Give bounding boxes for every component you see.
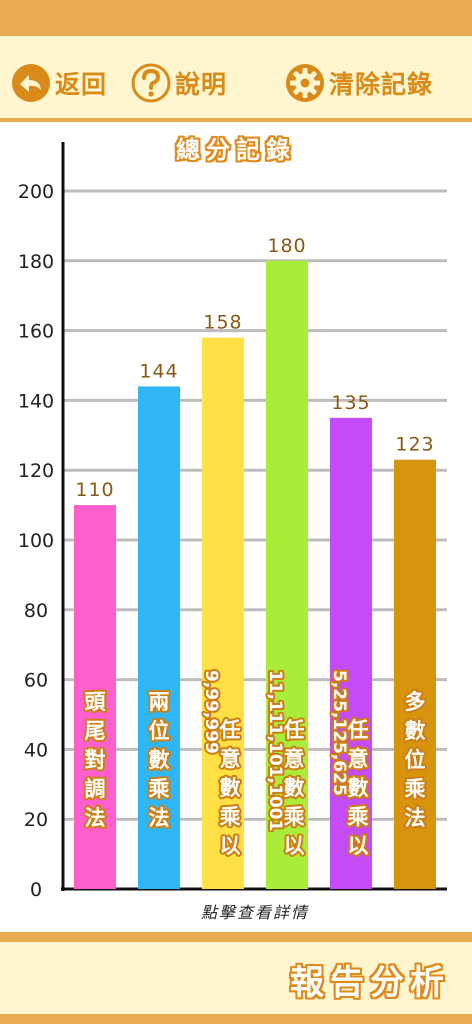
x-tick-sublabel: 11,111,101,1001 [265, 670, 285, 831]
x-axis-caption[interactable]: 點擊查看詳情 [201, 903, 309, 922]
x-tick-label: 頭尾對調法 [85, 690, 107, 830]
x-tick-sublabel: 5,25,125,625 [329, 670, 349, 796]
x-tick-sublabel: 9,99,999 [201, 670, 221, 754]
y-tick-label: 100 [18, 530, 54, 552]
y-tick-label: 40 [24, 739, 48, 761]
x-tick-label: 多數位乘法 [404, 690, 426, 830]
data-label: 110 [75, 479, 114, 501]
data-label: 135 [331, 392, 370, 414]
y-tick-label: 180 [18, 251, 54, 273]
y-tick-label: 160 [18, 321, 54, 343]
y-tick-label: 80 [24, 600, 48, 622]
y-tick-label: 20 [24, 809, 48, 831]
y-tick-label: 60 [24, 670, 48, 692]
y-tick-label: 0 [30, 879, 42, 901]
y-tick-label: 120 [18, 460, 54, 482]
y-tick-label: 200 [18, 181, 54, 203]
y-tick-label: 140 [18, 390, 54, 412]
data-label: 180 [267, 235, 306, 257]
footer-bottom-line [0, 1014, 472, 1024]
x-tick-label: 兩位數乘法 [148, 690, 170, 830]
report-analysis-title[interactable]: 報告分析 [290, 955, 450, 1004]
data-label: 123 [395, 434, 434, 456]
bar-chart: 0 20 40 60 80 100 120 140 160 180 200 110 頭尾對調法 144 兩位… [18, 142, 447, 922]
data-label: 158 [203, 312, 242, 334]
footer-top-line [0, 932, 472, 942]
data-label: 144 [139, 360, 178, 382]
